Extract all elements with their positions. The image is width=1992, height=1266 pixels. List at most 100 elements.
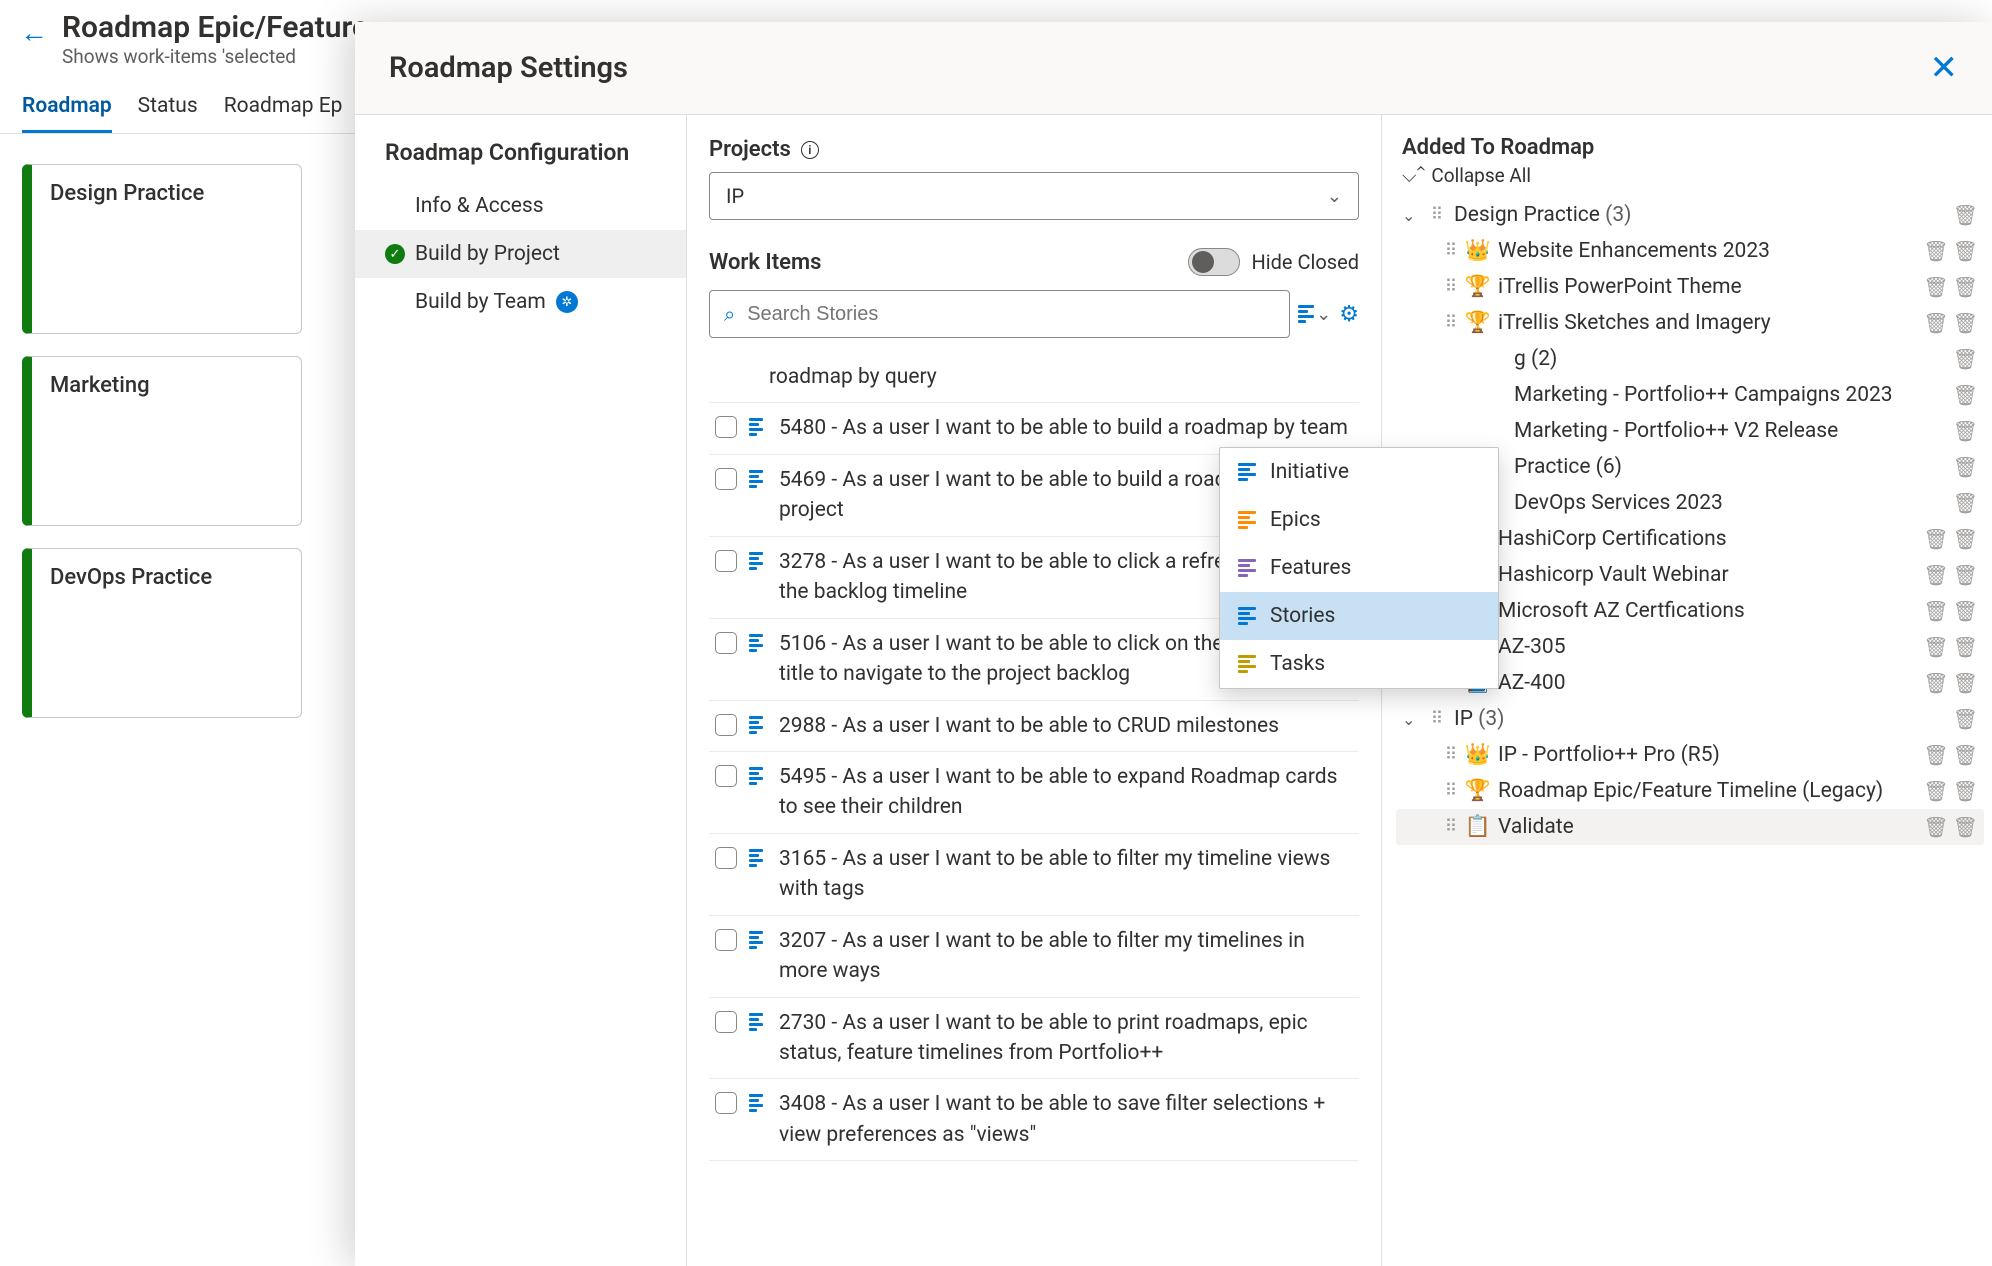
drag-handle-icon[interactable]: ⠿ — [1442, 313, 1458, 333]
tree-label: Hashicorp Vault Webinar — [1498, 563, 1913, 587]
delete-icon[interactable]: 🗑 — [1923, 635, 1948, 659]
work-item-checkbox[interactable] — [715, 1011, 737, 1033]
drag-handle-icon[interactable]: ⠿ — [1442, 781, 1458, 801]
delete-icon[interactable]: 🗑 — [1923, 275, 1948, 299]
delete-icon[interactable]: 🗑 — [1953, 347, 1978, 371]
hide-closed-toggle[interactable] — [1188, 248, 1240, 276]
roadmap-card[interactable]: DevOps Practice — [22, 548, 302, 718]
roadmap-card[interactable]: Design Practice — [22, 164, 302, 334]
tree-item[interactable]: ⠿🏆iTrellis PowerPoint Theme🗑🗑 — [1396, 269, 1984, 305]
work-item-checkbox[interactable] — [715, 847, 737, 869]
delete-icon[interactable]: 🗑 — [1953, 779, 1978, 803]
delete-icon[interactable]: 🗑 — [1923, 239, 1948, 263]
delete-icon[interactable]: 🗑 — [1953, 707, 1978, 731]
drag-handle-icon[interactable]: ⠿ — [1428, 205, 1444, 225]
gear-icon[interactable]: ⚙ — [1339, 302, 1359, 327]
delete-icon[interactable]: 🗑 — [1953, 491, 1978, 515]
nav-info-access[interactable]: Info & Access — [355, 182, 686, 230]
delete-icon[interactable]: 🗑 — [1953, 383, 1978, 407]
work-item-text: 3165 - As a user I want to be able to fi… — [779, 844, 1353, 905]
delete-icon[interactable]: 🗑 — [1953, 635, 1978, 659]
drag-handle-icon[interactable]: ⠿ — [1442, 241, 1458, 261]
delete-icon[interactable]: 🗑 — [1953, 203, 1978, 227]
type-menu-item-features[interactable]: Features — [1220, 544, 1498, 592]
work-item-checkbox[interactable] — [715, 1092, 737, 1114]
work-item-checkbox[interactable] — [715, 765, 737, 787]
tree-group[interactable]: ⌄⠿Design Practice (3)🗑 — [1396, 197, 1984, 233]
type-menu-item-stories[interactable]: Stories — [1220, 592, 1498, 640]
work-item-row[interactable]: 2730 - As a user I want to be able to pr… — [709, 998, 1359, 1080]
tab-roadmap-epic[interactable]: Roadmap Ep — [224, 84, 343, 133]
delete-icon[interactable]: 🗑 — [1953, 815, 1978, 839]
delete-icon[interactable]: 🗑 — [1923, 527, 1948, 551]
delete-icon[interactable]: 🗑 — [1953, 419, 1978, 443]
hide-closed-label: Hide Closed — [1252, 250, 1359, 274]
type-menu-item-epics[interactable]: Epics — [1220, 496, 1498, 544]
tree-group[interactable]: g (2)🗑 — [1396, 341, 1984, 377]
work-item-row[interactable]: 2318 - As a user I want to be able to se… — [709, 1161, 1359, 1172]
delete-icon[interactable]: 🗑 — [1923, 599, 1948, 623]
collapse-all-label: Collapse All — [1431, 164, 1531, 187]
close-icon[interactable]: ✕ — [1930, 48, 1959, 88]
work-item-checkbox[interactable] — [715, 468, 737, 490]
work-item-checkbox[interactable] — [715, 416, 737, 438]
delete-icon[interactable]: 🗑 — [1923, 563, 1948, 587]
tree-item[interactable]: ⠿🏆Roadmap Epic/Feature Timeline (Legacy)… — [1396, 773, 1984, 809]
collapse-all-button[interactable]: ⌵⌃ Collapse All — [1396, 160, 1984, 191]
tree-item[interactable]: ⠿👑Website Enhancements 2023🗑🗑 — [1396, 233, 1984, 269]
caret-icon[interactable]: ⌄ — [1402, 206, 1418, 225]
epics-icon — [1238, 511, 1256, 529]
work-item-checkbox[interactable] — [715, 550, 737, 572]
drag-handle-icon[interactable]: ⠿ — [1442, 745, 1458, 765]
delete-icon[interactable]: 🗑 — [1953, 743, 1978, 767]
delete-icon[interactable]: 🗑 — [1953, 239, 1978, 263]
delete-icon[interactable]: 🗑 — [1953, 455, 1978, 479]
delete-icon[interactable]: 🗑 — [1923, 671, 1948, 695]
tree-item[interactable]: Marketing - Portfolio++ Campaigns 2023🗑 — [1396, 377, 1984, 413]
tree-item[interactable]: ⠿📋Validate🗑🗑 — [1396, 809, 1984, 845]
work-item-text: 2988 - As a user I want to be able to CR… — [779, 711, 1279, 741]
work-item-checkbox[interactable] — [715, 929, 737, 951]
tab-roadmap[interactable]: Roadmap — [22, 84, 112, 133]
tree-group[interactable]: ⌄⠿IP (3)🗑 — [1396, 701, 1984, 737]
search-box[interactable]: ⌕ — [709, 290, 1290, 338]
nav-build-by-team[interactable]: Build by Team ✲ — [355, 278, 686, 326]
delete-icon[interactable]: 🗑 — [1953, 275, 1978, 299]
work-item-checkbox[interactable] — [715, 632, 737, 654]
work-item-row[interactable]: 5495 - As a user I want to be able to ex… — [709, 752, 1359, 834]
info-icon[interactable]: i — [801, 141, 819, 159]
roadmap-card[interactable]: Marketing — [22, 356, 302, 526]
nav-build-by-project[interactable]: ✓ Build by Project — [355, 230, 686, 278]
work-item-row[interactable]: 3165 - As a user I want to be able to fi… — [709, 834, 1359, 916]
delete-icon[interactable]: 🗑 — [1953, 311, 1978, 335]
drag-handle-icon[interactable]: ⠿ — [1428, 709, 1444, 729]
drag-handle-icon[interactable]: ⠿ — [1442, 277, 1458, 297]
drag-handle-icon[interactable]: ⠿ — [1442, 817, 1458, 837]
delete-icon[interactable]: 🗑 — [1923, 743, 1948, 767]
delete-icon[interactable]: 🗑 — [1953, 527, 1978, 551]
delete-icon[interactable]: 🗑 — [1923, 779, 1948, 803]
work-item-row[interactable]: 2988 - As a user I want to be able to CR… — [709, 701, 1359, 752]
delete-icon[interactable]: 🗑 — [1953, 599, 1978, 623]
work-item-checkbox[interactable] — [715, 714, 737, 736]
project-select[interactable]: IP ⌄ — [709, 172, 1359, 220]
delete-icon[interactable]: 🗑 — [1953, 671, 1978, 695]
work-item-row[interactable]: 3207 - As a user I want to be able to fi… — [709, 916, 1359, 998]
story-icon — [749, 849, 767, 874]
collapse-icon: ⌵⌃ — [1402, 164, 1425, 187]
tab-status[interactable]: Status — [138, 84, 198, 133]
work-item-row[interactable]: 3408 - As a user I want to be able to sa… — [709, 1079, 1359, 1161]
delete-icon[interactable]: 🗑 — [1923, 311, 1948, 335]
type-menu-item-initiative[interactable]: Initiative — [1220, 448, 1498, 496]
caret-icon[interactable]: ⌄ — [1402, 710, 1418, 729]
back-arrow-icon[interactable]: ← — [20, 10, 48, 49]
work-item-text: 3408 - As a user I want to be able to sa… — [779, 1089, 1353, 1150]
tree-item[interactable]: Marketing - Portfolio++ V2 Release🗑 — [1396, 413, 1984, 449]
work-item-type-filter[interactable]: ⌄ — [1298, 304, 1331, 325]
tree-item[interactable]: ⠿👑IP - Portfolio++ Pro (R5)🗑🗑 — [1396, 737, 1984, 773]
type-menu-item-tasks[interactable]: Tasks — [1220, 640, 1498, 688]
delete-icon[interactable]: 🗑 — [1923, 815, 1948, 839]
tree-item[interactable]: ⠿🏆iTrellis Sketches and Imagery🗑🗑 — [1396, 305, 1984, 341]
delete-icon[interactable]: 🗑 — [1953, 563, 1978, 587]
search-input[interactable] — [747, 303, 1275, 326]
